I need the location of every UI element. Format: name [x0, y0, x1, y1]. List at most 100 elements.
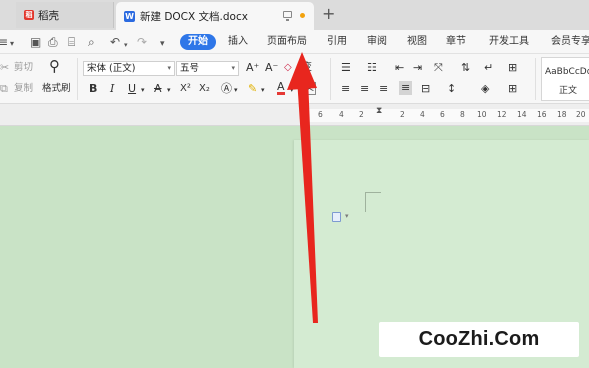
ruler-tick: 16 — [537, 110, 547, 119]
phonetic-button[interactable]: 变 — [302, 61, 312, 75]
text-effect-icon[interactable]: Ⓐ — [221, 82, 232, 96]
export-pdf-icon[interactable]: ⎙ — [48, 35, 58, 49]
watermark-badge: CooZhi.Com — [379, 322, 579, 357]
quick-access-overflow-icon[interactable]: ▾ — [160, 37, 165, 51]
font-name-value: 宋体 (正文) — [87, 63, 136, 74]
menu-bar: ≡ ▾ ▣ ⎙ ⌸ ⌕ ↶ ▾ ↷ ▾ 开始 插入 页面布局 引用 审阅 视图 … — [0, 30, 589, 54]
tab-review[interactable]: 审阅 — [367, 36, 387, 48]
tab-view[interactable]: 视图 — [407, 36, 427, 48]
font-size-value: 五号 — [180, 63, 200, 74]
ribbon-separator — [330, 58, 331, 100]
table-tools-icon[interactable]: ⊞ — [508, 61, 517, 75]
align-left-icon[interactable]: ≡ — [341, 82, 350, 96]
grow-font-button[interactable]: A⁺ — [246, 61, 259, 75]
align-right-icon[interactable]: ≡ — [379, 82, 388, 96]
ribbon-separator — [535, 58, 536, 100]
chevron-down-icon[interactable]: ▾ — [167, 83, 171, 97]
tab-document-title: 新建 DOCX 文档.docx — [140, 10, 248, 23]
copy-icon[interactable]: ⧉ — [0, 82, 8, 96]
print-icon[interactable]: ⌸ — [68, 35, 75, 49]
ruler-tick: 12 — [497, 110, 507, 119]
chevron-down-icon[interactable]: ▾ — [10, 37, 14, 51]
tab-page-layout[interactable]: 页面布局 — [267, 36, 307, 48]
tab-insert[interactable]: 插入 — [228, 36, 248, 48]
ruler-tick: 6 — [440, 110, 445, 119]
title-tab-bar: 稻 稻壳 W 新建 DOCX 文档.docx + — [0, 0, 589, 30]
sort-icon[interactable]: ⇅ — [461, 61, 470, 75]
tab-member[interactable]: 会员专享 — [551, 36, 589, 48]
bullet-list-icon[interactable]: ☰ — [341, 61, 351, 75]
tab-document[interactable]: W 新建 DOCX 文档.docx — [116, 2, 314, 30]
monitor-icon[interactable] — [283, 11, 292, 21]
ruler-tick: 2 — [359, 110, 364, 119]
ruler-tick: 10 — [477, 110, 487, 119]
border-icon[interactable]: ⊞ — [508, 82, 517, 96]
chevron-down-icon[interactable]: ▾ — [345, 212, 349, 220]
increase-indent-icon[interactable]: ⇥ — [413, 61, 422, 75]
save-icon[interactable]: ▣ — [30, 35, 41, 49]
ruler-tick: 2 — [400, 110, 405, 119]
char-border-button[interactable]: 文 — [303, 82, 317, 95]
underline-button[interactable]: U — [128, 82, 136, 96]
chevron-down-icon: ▾ — [231, 64, 235, 72]
undo-icon[interactable]: ↶ — [110, 35, 120, 49]
cut-button[interactable]: 剪切 — [14, 61, 33, 75]
chevron-down-icon: ▾ — [167, 64, 171, 72]
chinese-layout-icon[interactable]: ⤧ — [434, 61, 443, 75]
menu-more-icon[interactable]: ≡ — [0, 35, 8, 49]
undo-dropdown-icon[interactable]: ▾ — [124, 38, 128, 52]
copy-button[interactable]: 复制 — [14, 82, 33, 96]
font-name-select[interactable]: 宋体 (正文) ▾ — [83, 61, 175, 76]
writer-logo-icon: W — [124, 10, 135, 22]
cut-icon[interactable]: ✂ — [0, 61, 9, 75]
chevron-down-icon[interactable]: ▾ — [290, 83, 294, 97]
straw-logo-icon: 稻 — [24, 10, 34, 20]
unsaved-dot-icon — [300, 13, 305, 18]
format-painter-button[interactable]: 格式刷 — [42, 82, 71, 96]
numbered-list-icon[interactable]: ☷ — [367, 61, 377, 75]
redo-icon[interactable]: ↷ — [137, 35, 147, 49]
distributed-icon[interactable]: ⊟ — [421, 82, 430, 96]
font-size-select[interactable]: 五号 ▾ — [176, 61, 239, 76]
horizontal-ruler[interactable]: 6 4 2 ⧗ 2 4 6 8 10 12 14 16 18 20 — [0, 104, 589, 126]
style-gallery[interactable]: AaBbCcDd 正文 — [541, 57, 589, 101]
clear-format-icon[interactable]: ◇ — [284, 61, 292, 75]
tab-home[interactable]: 开始 — [180, 34, 216, 50]
highlight-icon[interactable]: ✎ — [248, 82, 257, 96]
subscript-button[interactable]: X₂ — [199, 82, 210, 96]
italic-button[interactable]: I — [110, 82, 114, 96]
chevron-down-icon[interactable]: ▾ — [261, 83, 265, 97]
chevron-down-icon[interactable]: ▾ — [141, 83, 145, 97]
bold-button[interactable]: B — [89, 82, 97, 96]
margin-corner-mark — [365, 192, 381, 212]
strikethrough-button[interactable]: A — [154, 82, 162, 96]
ruler-tick: 6 — [318, 110, 323, 119]
shading-icon[interactable]: ◈ — [481, 82, 489, 96]
indent-marker-icon[interactable]: ⧗ — [376, 106, 382, 116]
format-painter-icon[interactable]: ⚲ — [49, 59, 60, 74]
ruler-tick: 20 — [576, 110, 586, 119]
ruler-tick: 8 — [460, 110, 465, 119]
justify-icon[interactable]: ≡ — [399, 81, 413, 95]
shrink-font-button[interactable]: A⁻ — [265, 61, 278, 75]
print-preview-icon[interactable]: ⌕ — [88, 35, 95, 49]
chevron-down-icon[interactable]: ▾ — [234, 83, 238, 97]
show-marks-icon[interactable]: ↵ — [484, 61, 493, 75]
ruler-tick: 18 — [557, 110, 567, 119]
tab-straw-label: 稻壳 — [38, 9, 59, 22]
align-center-icon[interactable]: ≡ — [360, 82, 369, 96]
tab-sections[interactable]: 章节 — [446, 36, 466, 48]
tab-developer[interactable]: 开发工具 — [489, 36, 529, 48]
style-name-label: 正文 — [559, 86, 578, 96]
superscript-button[interactable]: X² — [180, 82, 191, 96]
ruler-tick: 4 — [339, 110, 344, 119]
ribbon-separator — [77, 58, 78, 100]
tab-references[interactable]: 引用 — [327, 36, 347, 48]
decrease-indent-icon[interactable]: ⇤ — [395, 61, 404, 75]
tab-straw[interactable]: 稻 稻壳 — [16, 2, 114, 28]
ribbon-home: ✂ 剪切 ⧉ 复制 ⚲ 格式刷 宋体 (正文) ▾ 五号 ▾ A⁺ A⁻ ◇ 变… — [0, 54, 589, 104]
paste-options-icon[interactable] — [332, 212, 341, 222]
line-spacing-icon[interactable]: ↕ — [447, 82, 456, 96]
font-color-button[interactable]: A — [277, 81, 285, 95]
new-tab-button[interactable]: + — [322, 4, 335, 24]
